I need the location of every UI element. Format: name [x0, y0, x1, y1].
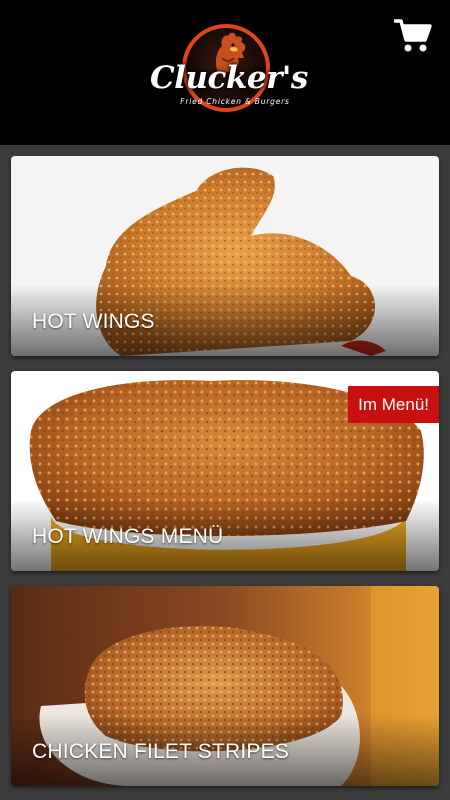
category-title: HOT WINGS MENÜ	[32, 525, 224, 548]
logo-wordmark: Clucker's	[150, 60, 308, 96]
category-card-chicken-filet-stripes[interactable]: CHICKEN FILET STRIPES	[11, 586, 439, 786]
category-card-hot-wings[interactable]: HOT WINGS	[11, 156, 439, 356]
category-title: CHICKEN FILET STRIPES	[32, 740, 290, 763]
category-title: HOT WINGS	[32, 310, 155, 333]
menu-badge: Im Menü!	[348, 386, 439, 423]
category-card-hot-wings-menu[interactable]: Im Menü! HOT WINGS MENÜ	[11, 371, 439, 571]
brand-logo[interactable]: Clucker's Fried Chicken & Burgers	[150, 20, 308, 120]
app-header: Clucker's Fried Chicken & Burgers	[0, 0, 450, 145]
shopping-cart-icon[interactable]	[394, 18, 432, 54]
logo-tagline: Fried Chicken & Burgers	[180, 97, 290, 106]
